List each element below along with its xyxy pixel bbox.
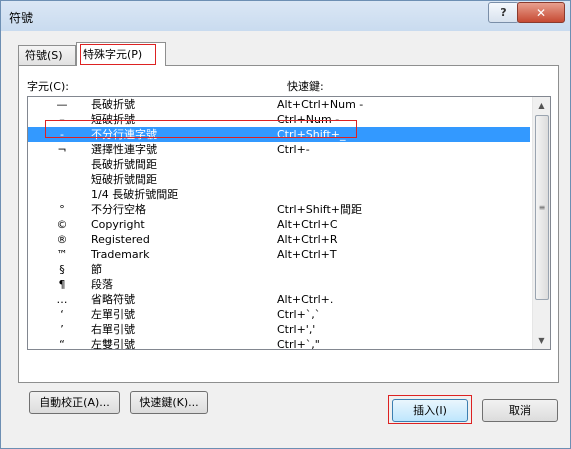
char-name: 長破折號 — [91, 98, 135, 111]
list-item[interactable]: ‘ 左單引號 Ctrl+`,` — [28, 307, 530, 322]
char-symbol: ° — [59, 203, 65, 216]
char-symbol: ® — [56, 233, 68, 246]
char-name: 短破折號間距 — [91, 173, 157, 186]
list-item[interactable]: ® Registered Alt+Ctrl+R — [28, 232, 530, 247]
list-item[interactable]: 1/4 長破折號間距 — [28, 187, 530, 202]
shortcut-column-label: 快速鍵: — [287, 80, 324, 93]
char-name: 選擇性連字號 — [91, 143, 157, 156]
char-symbol: ™ — [56, 248, 68, 261]
title-bar[interactable]: 符號 ? ✕ — [1, 1, 570, 31]
char-shortcut: Ctrl+`,` — [277, 308, 321, 321]
list-item[interactable]: § 節 — [28, 262, 530, 277]
char-name: 左單引號 — [91, 308, 135, 321]
char-shortcut: Alt+Ctrl+T — [277, 248, 337, 261]
cancel-button[interactable]: 取消 — [482, 399, 558, 422]
char-symbol: ¬ — [57, 143, 67, 156]
char-name: 省略符號 — [91, 293, 135, 306]
tab-symbols[interactable]: 符號(S) — [18, 45, 76, 66]
scroll-thumb[interactable]: ≡ — [535, 115, 549, 300]
help-button[interactable]: ? — [488, 2, 519, 23]
char-symbol: ¶ — [58, 278, 66, 291]
list-item[interactable]: ¬ 選擇性連字號 Ctrl+- — [28, 142, 530, 157]
char-shortcut: Alt+Ctrl+. — [277, 293, 334, 306]
shortcut-key-button[interactable]: 快速鍵(K)... — [130, 391, 208, 414]
char-name: 段落 — [91, 278, 113, 291]
char-shortcut: Ctrl+`," — [277, 338, 320, 350]
char-symbol: … — [56, 293, 68, 306]
char-name: 右單引號 — [91, 323, 135, 336]
list-item[interactable]: ™ Trademark Alt+Ctrl+T — [28, 247, 530, 262]
scroll-down-arrow-icon[interactable]: ▼ — [533, 332, 550, 349]
char-name: Copyright — [91, 218, 145, 231]
list-item[interactable]: ’ 右單引號 Ctrl+',' — [28, 322, 530, 337]
char-symbol: § — [59, 263, 65, 276]
list-item[interactable]: ¶ 段落 — [28, 277, 530, 292]
selection-highlight-box — [45, 120, 357, 138]
char-shortcut: Alt+Ctrl+R — [277, 233, 338, 246]
char-name: 不分行空格 — [91, 203, 146, 216]
insert-highlight-box — [388, 395, 472, 424]
scroll-up-arrow-icon[interactable]: ▲ — [533, 97, 550, 114]
list-item[interactable]: 短破折號間距 — [28, 172, 530, 187]
char-shortcut: Alt+Ctrl+Num - — [277, 98, 364, 111]
list-item[interactable]: “ 左雙引號 Ctrl+`," — [28, 337, 530, 350]
char-name: Registered — [91, 233, 150, 246]
char-symbol: ‘ — [60, 308, 64, 321]
char-name: Trademark — [91, 248, 150, 261]
close-button[interactable]: ✕ — [517, 2, 565, 23]
char-shortcut: Ctrl+',' — [277, 323, 316, 336]
vertical-scrollbar[interactable]: ▲ ≡ ▼ — [532, 97, 550, 349]
autocorrect-button[interactable]: 自動校正(A)... — [29, 391, 120, 414]
char-symbol: © — [56, 218, 68, 231]
character-column-label: 字元(C): — [27, 80, 69, 93]
list-item[interactable]: … 省略符號 Alt+Ctrl+. — [28, 292, 530, 307]
tab-highlight-box — [80, 44, 156, 65]
char-symbol: — — [56, 98, 68, 111]
list-item[interactable]: 長破折號間距 — [28, 157, 530, 172]
list-item[interactable]: © Copyright Alt+Ctrl+C — [28, 217, 530, 232]
list-item[interactable]: — 長破折號 Alt+Ctrl+Num - — [28, 97, 530, 112]
char-name: 左雙引號 — [91, 338, 135, 350]
char-shortcut: Alt+Ctrl+C — [277, 218, 338, 231]
char-name: 節 — [91, 263, 102, 276]
char-name: 長破折號間距 — [91, 158, 157, 171]
char-name: 1/4 長破折號間距 — [91, 188, 179, 201]
char-symbol: “ — [59, 338, 65, 350]
char-symbol: ’ — [60, 323, 64, 336]
special-characters-panel: 字元(C): 快速鍵: — 長破折號 Alt+Ctrl+Num - – 短破折號 Ctrl… — [18, 65, 559, 414]
special-characters-list[interactable]: — 長破折號 Alt+Ctrl+Num - – 短破折號 Ctrl+Num - - 不分行連字… — [27, 96, 551, 350]
list-item[interactable]: ° 不分行空格 Ctrl+Shift+間距 — [28, 202, 530, 217]
window-title: 符號 — [9, 11, 34, 25]
char-shortcut: Ctrl+- — [277, 143, 310, 156]
dialog-body: 符號(S) 特殊字元(P) 字元(C): 快速鍵: — 長破折號 Alt+Ctrl+… — [8, 31, 563, 441]
symbol-dialog: 符號 ? ✕ 符號(S) 特殊字元(P) 字元(C): 快速鍵: — 長破折號 Al… — [0, 0, 571, 449]
char-shortcut: Ctrl+Shift+間距 — [277, 203, 363, 216]
